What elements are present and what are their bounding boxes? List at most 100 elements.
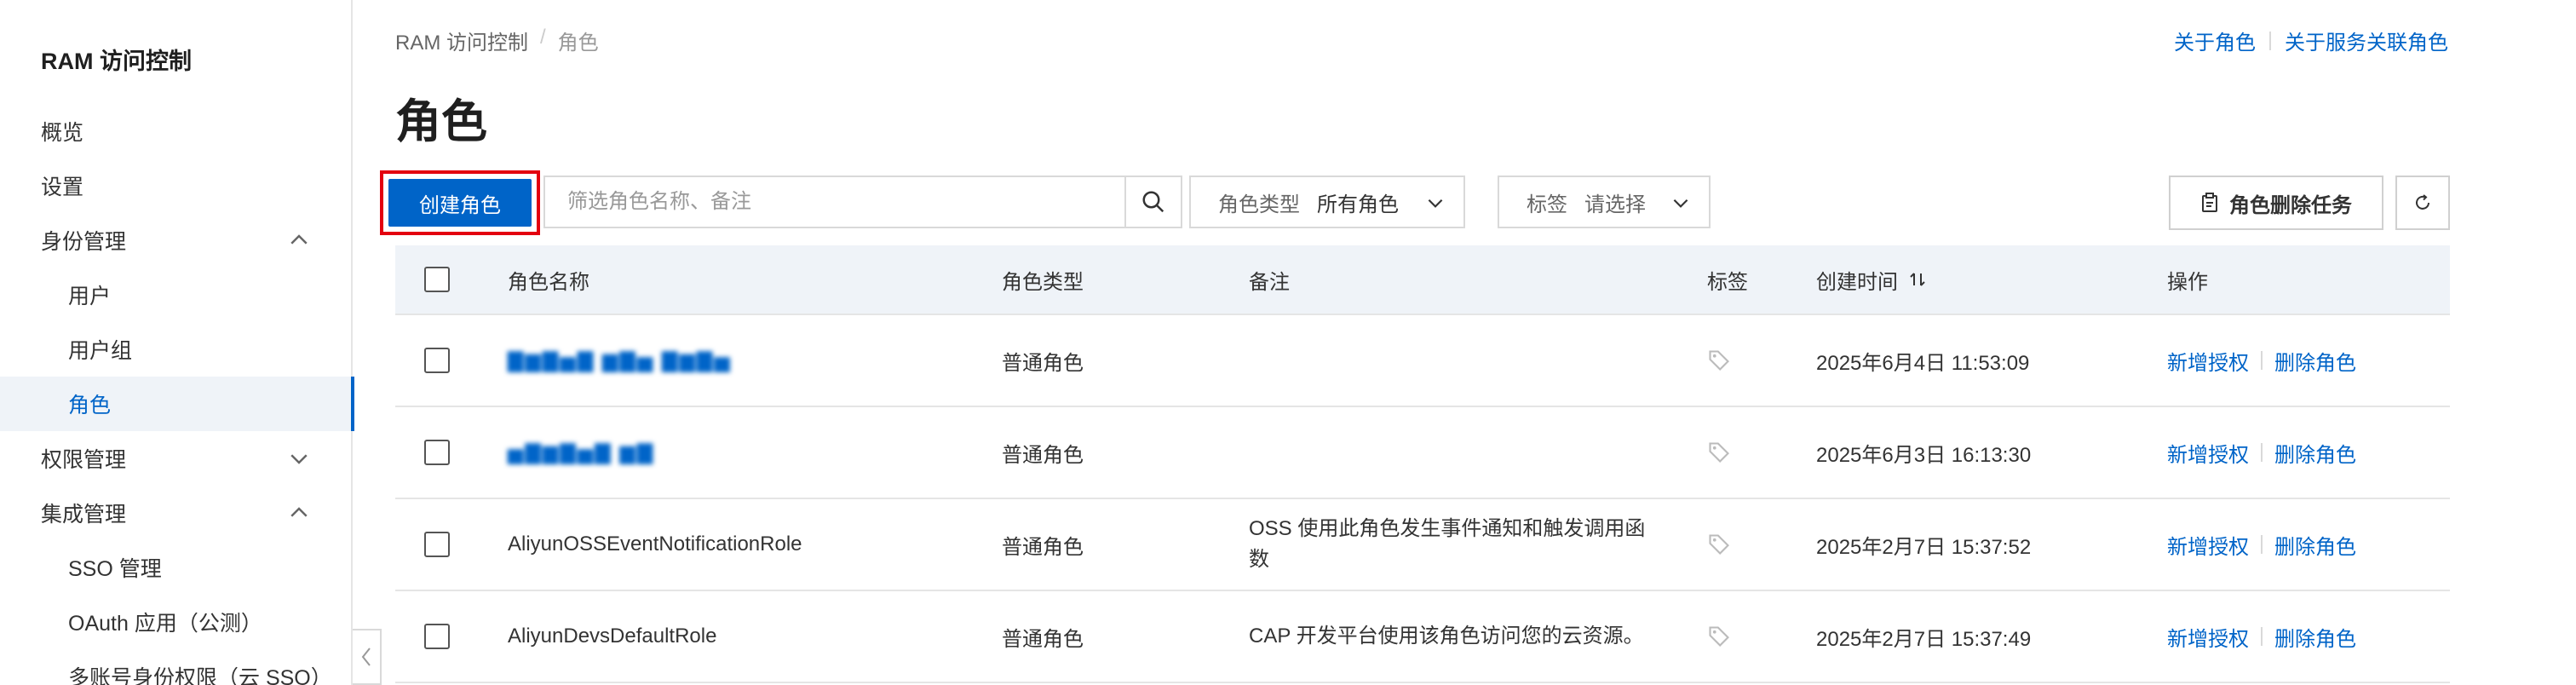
sidebar-item-permission-management[interactable]: 权限管理 xyxy=(0,431,353,486)
role-type-label: 角色类型 xyxy=(1218,193,1300,216)
sidebar-item-sso[interactable]: SSO 管理 xyxy=(0,540,353,595)
row-checkbox[interactable] xyxy=(424,624,450,649)
chevron-up-icon[interactable] xyxy=(286,500,312,526)
role-type-cell: 普通角色 xyxy=(1002,443,1084,467)
add-permission-link[interactable]: 新增授权 xyxy=(2167,622,2249,652)
row-checkbox[interactable] xyxy=(424,532,450,557)
page-title: 角色 xyxy=(395,96,487,147)
tag-cell xyxy=(1707,499,1731,590)
sidebar-item-user-groups[interactable]: 用户组 xyxy=(0,322,353,377)
breadcrumb-separator: / xyxy=(540,26,546,49)
sidebar-item-identity-management[interactable]: 身份管理 xyxy=(0,213,353,268)
created-time-cell: 2025年2月7日 15:37:49 xyxy=(1816,627,2032,651)
tag-icon[interactable] xyxy=(1707,625,1731,648)
row-checkbox[interactable] xyxy=(424,440,450,465)
column-header-tag: 标签 xyxy=(1707,270,1748,294)
search-button[interactable] xyxy=(1124,177,1181,227)
sidebar-item-users[interactable]: 用户 xyxy=(0,268,353,322)
delete-role-link[interactable]: 删除角色 xyxy=(2274,622,2356,652)
tag-select[interactable]: 标签 请选择 xyxy=(1498,176,1711,228)
chevron-up-icon[interactable] xyxy=(286,227,312,253)
sidebar-item-oauth[interactable]: OAuth 应用（公测） xyxy=(0,595,353,649)
highlight-box: 创建角色 xyxy=(380,170,540,235)
divider xyxy=(2261,351,2263,370)
divider xyxy=(2261,443,2263,462)
redacted-role-name[interactable]: ▅▇▆▇▅▇ ▆▇ xyxy=(508,440,654,465)
row-select-cell xyxy=(424,591,450,682)
sidebar-item-settings[interactable]: 设置 xyxy=(0,158,353,213)
sidebar-item-label: 多账号身份权限（云 SSO） xyxy=(68,666,332,685)
select-all-cell xyxy=(424,245,450,314)
select-all-checkbox[interactable] xyxy=(424,267,450,292)
breadcrumb-current: 角色 xyxy=(557,32,599,55)
add-permission-link[interactable]: 新增授权 xyxy=(2167,530,2249,560)
search-icon xyxy=(1142,191,1164,213)
main-content: RAM 访问控制 / 角色 关于角色 关于服务关联角色 角色 创建角色 角色类型… xyxy=(354,0,2493,685)
search-input[interactable] xyxy=(545,177,1124,227)
sidebar-item-cloud-sso[interactable]: 多账号身份权限（云 SSO） xyxy=(0,649,353,685)
tag-cell xyxy=(1707,315,1731,406)
sidebar-item-label: 设置 xyxy=(41,176,84,199)
row-select-cell xyxy=(424,407,450,498)
role-name-cell[interactable]: ▇▆▇▅▇ ▆▇▅ ▇▆▇▅ xyxy=(508,315,732,406)
sidebar: RAM 访问控制 概览 设置 身份管理 用户 用户组 角色 权限管理 集成管理 … xyxy=(0,0,354,685)
row-actions: 新增授权 删除角色 xyxy=(2167,499,2356,590)
note-text: CAP 开发平台使用该角色访问您的云资源。 xyxy=(1249,625,1644,648)
row-actions: 新增授权 删除角色 xyxy=(2167,315,2356,406)
sidebar-item-label: 身份管理 xyxy=(41,230,127,254)
column-header-name: 角色名称 xyxy=(508,270,589,294)
delete-role-link[interactable]: 删除角色 xyxy=(2274,438,2356,468)
create-role-button[interactable]: 创建角色 xyxy=(388,179,532,227)
chevron-down-icon xyxy=(1428,199,1443,208)
sidebar-item-label: 集成管理 xyxy=(41,503,127,527)
sidebar-item-label: 用户组 xyxy=(68,339,133,363)
about-service-linked-role-link[interactable]: 关于服务关联角色 xyxy=(2285,26,2448,55)
sidebar-item-label: 用户 xyxy=(68,285,112,308)
breadcrumb: RAM 访问控制 / 角色 xyxy=(395,26,599,55)
table-row: AliyunOSSEventNotificationRole 普通角色 OSS … xyxy=(395,499,2450,591)
sidebar-item-label: 角色 xyxy=(68,394,112,417)
refresh-icon xyxy=(2416,194,2429,210)
divider xyxy=(2261,535,2263,554)
note-cell: OSS 使用此角色发生事件通知和触发调用函数 xyxy=(1249,499,1649,590)
created-time-cell: 2025年2月7日 15:37:52 xyxy=(1816,535,2032,559)
role-name-link[interactable]: AliyunDevsDefaultRole xyxy=(508,591,716,682)
sidebar-item-overview[interactable]: 概览 xyxy=(0,104,353,158)
tag-filter-label: 标签 xyxy=(1527,193,1567,216)
column-header-type: 角色类型 xyxy=(1002,270,1084,294)
role-name-link[interactable]: AliyunOSSEventNotificationRole xyxy=(508,499,802,590)
roles-table: 角色名称 角色类型 备注 标签 创建时间 操作 ▇▆▇▅▇ ▆▇▅ ▇▆▇▅ 普… xyxy=(395,245,2450,683)
tag-icon[interactable] xyxy=(1707,532,1731,556)
role-type-select[interactable]: 角色类型 所有角色 xyxy=(1189,176,1465,228)
tag-icon[interactable] xyxy=(1707,348,1731,372)
sort-icon[interactable] xyxy=(1908,270,1927,289)
sidebar-item-integration-management[interactable]: 集成管理 xyxy=(0,486,353,540)
chevron-down-icon[interactable] xyxy=(286,446,312,471)
tag-cell xyxy=(1707,407,1731,498)
role-delete-task-label: 角色删除任务 xyxy=(2229,193,2352,217)
refresh-button[interactable] xyxy=(2395,176,2450,230)
about-role-link[interactable]: 关于角色 xyxy=(2174,26,2256,55)
sidebar-item-roles[interactable]: 角色 xyxy=(0,377,354,431)
role-delete-task-button[interactable]: 角色删除任务 xyxy=(2169,176,2383,230)
sidebar-item-label: 权限管理 xyxy=(41,448,127,472)
redacted-role-name[interactable]: ▇▆▇▅▇ ▆▇▅ ▇▆▇▅ xyxy=(508,348,732,373)
delete-role-link[interactable]: 删除角色 xyxy=(2274,530,2356,560)
column-header-created[interactable]: 创建时间 xyxy=(1816,245,1927,314)
add-permission-link[interactable]: 新增授权 xyxy=(2167,438,2249,468)
breadcrumb-root[interactable]: RAM 访问控制 xyxy=(395,26,528,55)
divider xyxy=(2269,31,2271,50)
divider xyxy=(2261,627,2263,646)
note-text: OSS 使用此角色发生事件通知和触发调用函数 xyxy=(1249,517,1646,571)
delete-role-link[interactable]: 删除角色 xyxy=(2274,346,2356,376)
column-header-note: 备注 xyxy=(1249,270,1290,294)
row-checkbox[interactable] xyxy=(424,348,450,373)
tag-cell xyxy=(1707,591,1731,682)
note-cell: CAP 开发平台使用该角色访问您的云资源。 xyxy=(1249,591,1692,682)
tag-icon[interactable] xyxy=(1707,440,1731,464)
column-header-created-label: 创建时间 xyxy=(1816,270,1898,294)
sidebar-item-label: 概览 xyxy=(41,121,84,145)
role-type-cell: 普通角色 xyxy=(1002,351,1084,375)
add-permission-link[interactable]: 新增授权 xyxy=(2167,346,2249,376)
role-name-cell[interactable]: ▅▇▆▇▅▇ ▆▇ xyxy=(508,407,654,498)
